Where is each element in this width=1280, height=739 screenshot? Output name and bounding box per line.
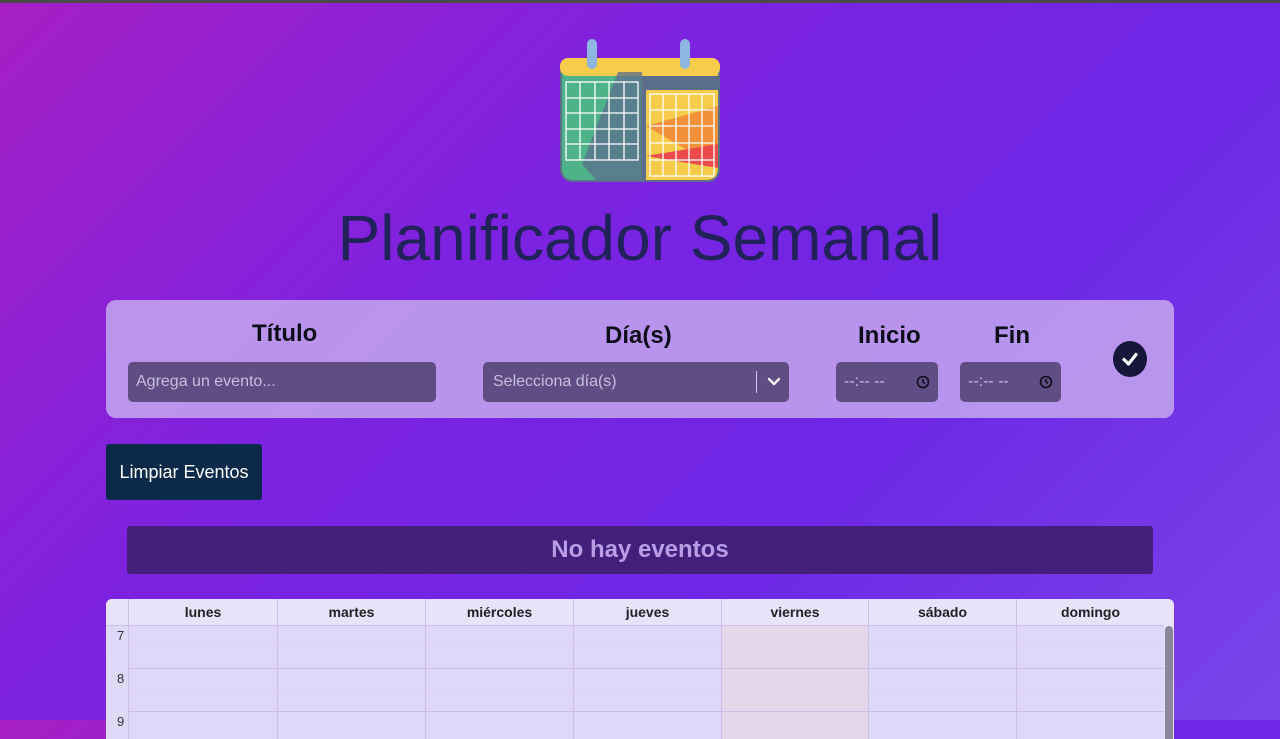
end-time-input[interactable]: --:-- -- [960,362,1061,402]
start-label: Inicio [858,322,921,349]
grid-row-line [128,711,1164,712]
grid-col-line [573,625,574,739]
no-events-message: No hay eventos [127,526,1153,574]
clock-icon[interactable] [1039,375,1053,389]
calendar-logo-icon [560,39,720,182]
hour-label: 9 [117,714,125,729]
grid-row-line [128,690,1164,691]
grid-col-line [277,625,278,739]
days-select[interactable]: Selecciona día(s) [483,362,789,402]
days-label: Día(s) [605,322,672,349]
grid-col-line [868,625,869,739]
grid-col-line [1016,625,1017,739]
day-header-domingo: domingo [1016,599,1164,625]
grid-col-line [128,625,129,739]
grid-col-line [721,625,722,739]
day-header-jueves: jueves [573,599,721,625]
title-input[interactable]: Agrega un evento... [128,362,436,402]
grid-col-line [425,625,426,739]
chevron-down-icon[interactable] [767,375,781,389]
check-icon [1122,352,1138,366]
clock-icon[interactable] [916,375,930,389]
day-header-sabado: sábado [868,599,1016,625]
grid-row-line [128,668,1164,669]
hour-label: 8 [117,671,125,686]
end-label: Fin [994,322,1030,349]
start-time-value: --:-- -- [844,373,885,390]
day-header-viernes: viernes [721,599,868,625]
days-select-placeholder: Selecciona día(s) [493,373,617,390]
title-label: Título [252,320,318,347]
end-time-value: --:-- -- [968,373,1009,390]
calendar-scrollbar-thumb[interactable] [1165,626,1173,739]
highlighted-day-column [721,625,868,739]
title-input-placeholder: Agrega un evento... [136,373,276,390]
add-event-button[interactable] [1113,341,1147,377]
grid-row-line [128,647,1164,648]
day-header-miercoles: miércoles [425,599,573,625]
window-top-border [0,0,1280,3]
day-header-lunes: lunes [128,599,277,625]
weekly-calendar: lunes martes miércoles jueves viernes sá… [106,599,1174,739]
page-title: Planificador Semanal [337,202,943,274]
start-time-input[interactable]: --:-- -- [836,362,938,402]
hour-label: 7 [117,628,125,643]
calendar-header: lunes martes miércoles jueves viernes sá… [106,599,1174,626]
select-divider [756,371,757,393]
clear-events-button[interactable]: Limpiar Eventos [106,444,262,500]
day-header-martes: martes [277,599,425,625]
